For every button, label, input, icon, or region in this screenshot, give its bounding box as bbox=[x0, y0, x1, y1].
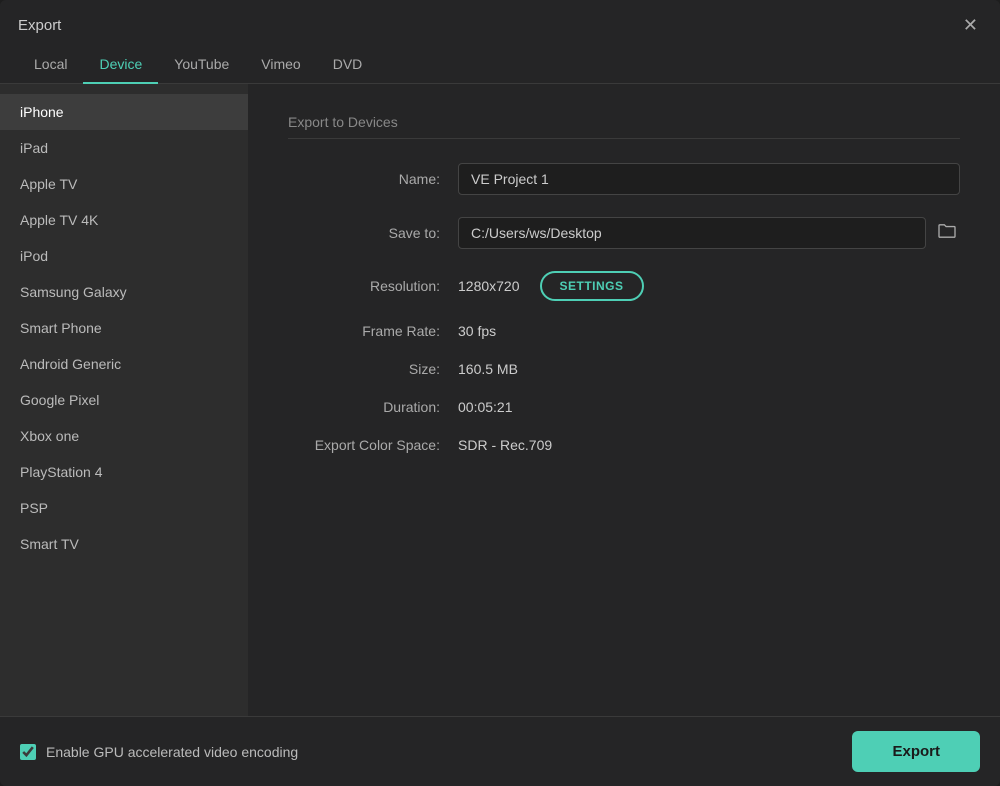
resolution-value: 1280x720 bbox=[458, 278, 520, 294]
tab-dvd[interactable]: DVD bbox=[317, 46, 379, 84]
export-content: Export to Devices Name: Save to: bbox=[248, 84, 1000, 716]
sidebar-item-iphone[interactable]: iPhone bbox=[0, 94, 248, 130]
folder-icon bbox=[938, 223, 956, 239]
title-bar: Export ✕ bbox=[0, 0, 1000, 46]
frame-rate-value: 30 fps bbox=[458, 323, 496, 339]
footer: Enable GPU accelerated video encoding Ex… bbox=[0, 716, 1000, 786]
size-value: 160.5 MB bbox=[458, 361, 518, 377]
resolution-label: Resolution: bbox=[288, 278, 458, 294]
frame-rate-row: Frame Rate: 30 fps bbox=[288, 323, 960, 339]
gpu-encoding-option: Enable GPU accelerated video encoding bbox=[20, 744, 298, 760]
color-space-label: Export Color Space: bbox=[288, 437, 458, 453]
name-row: Name: bbox=[288, 163, 960, 195]
gpu-checkbox[interactable] bbox=[20, 744, 36, 760]
resolution-content: 1280x720 SETTINGS bbox=[458, 271, 644, 301]
section-title: Export to Devices bbox=[288, 114, 960, 139]
export-button[interactable]: Export bbox=[852, 731, 980, 772]
tab-youtube[interactable]: YouTube bbox=[158, 46, 245, 84]
name-input[interactable] bbox=[458, 163, 960, 195]
resolution-row: Resolution: 1280x720 SETTINGS bbox=[288, 271, 960, 301]
close-button[interactable]: ✕ bbox=[959, 14, 982, 36]
sidebar-item-smart-phone[interactable]: Smart Phone bbox=[0, 310, 248, 346]
sidebar-item-psp[interactable]: PSP bbox=[0, 490, 248, 526]
save-to-input[interactable] bbox=[458, 217, 926, 249]
tab-vimeo[interactable]: Vimeo bbox=[245, 46, 316, 84]
save-to-row: Save to: bbox=[288, 217, 960, 249]
tab-local[interactable]: Local bbox=[18, 46, 83, 84]
tab-bar: Local Device YouTube Vimeo DVD bbox=[0, 46, 1000, 84]
tab-device[interactable]: Device bbox=[83, 46, 158, 84]
gpu-label: Enable GPU accelerated video encoding bbox=[46, 744, 298, 760]
main-area: iPhone iPad Apple TV Apple TV 4K iPod Sa… bbox=[0, 84, 1000, 716]
sidebar-item-samsung-galaxy[interactable]: Samsung Galaxy bbox=[0, 274, 248, 310]
sidebar-item-google-pixel[interactable]: Google Pixel bbox=[0, 382, 248, 418]
name-label: Name: bbox=[288, 171, 458, 187]
window-title: Export bbox=[18, 17, 61, 34]
sidebar-item-xbox-one[interactable]: Xbox one bbox=[0, 418, 248, 454]
size-label: Size: bbox=[288, 361, 458, 377]
settings-button[interactable]: SETTINGS bbox=[540, 271, 644, 301]
save-to-field bbox=[458, 217, 960, 249]
save-to-label: Save to: bbox=[288, 225, 458, 241]
duration-label: Duration: bbox=[288, 399, 458, 415]
duration-value: 00:05:21 bbox=[458, 399, 513, 415]
export-window: Export ✕ Local Device YouTube Vimeo DVD … bbox=[0, 0, 1000, 786]
color-space-value: SDR - Rec.709 bbox=[458, 437, 552, 453]
sidebar-item-apple-tv[interactable]: Apple TV bbox=[0, 166, 248, 202]
device-sidebar: iPhone iPad Apple TV Apple TV 4K iPod Sa… bbox=[0, 84, 248, 716]
frame-rate-label: Frame Rate: bbox=[288, 323, 458, 339]
size-row: Size: 160.5 MB bbox=[288, 361, 960, 377]
sidebar-item-ipad[interactable]: iPad bbox=[0, 130, 248, 166]
sidebar-item-ipod[interactable]: iPod bbox=[0, 238, 248, 274]
color-space-row: Export Color Space: SDR - Rec.709 bbox=[288, 437, 960, 453]
folder-browse-button[interactable] bbox=[934, 219, 960, 248]
sidebar-item-smart-tv[interactable]: Smart TV bbox=[0, 526, 248, 562]
sidebar-item-android-generic[interactable]: Android Generic bbox=[0, 346, 248, 382]
sidebar-item-playstation-4[interactable]: PlayStation 4 bbox=[0, 454, 248, 490]
duration-row: Duration: 00:05:21 bbox=[288, 399, 960, 415]
sidebar-item-apple-tv-4k[interactable]: Apple TV 4K bbox=[0, 202, 248, 238]
